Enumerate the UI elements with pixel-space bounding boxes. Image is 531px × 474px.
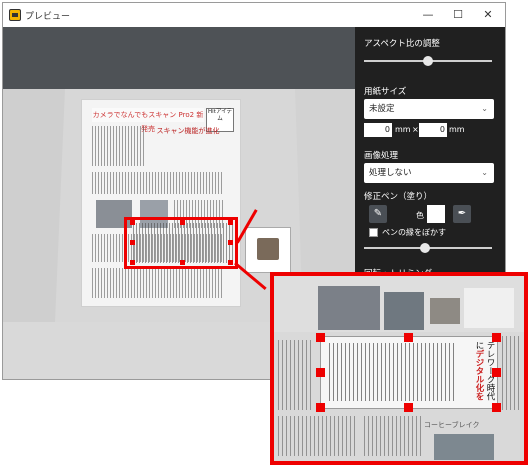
zoom-text-column [278, 340, 312, 410]
page-header-title: カメラでなんでもスキャン Pro2 新発売 [92, 108, 204, 133]
crop-handle-top-mid[interactable] [404, 333, 413, 342]
maximize-button[interactable]: ☐ [443, 6, 473, 24]
zoom-callout: テレワーク時代にデジタル化を コーヒーブレイク [270, 272, 528, 465]
chevron-down-icon: ⌄ [481, 104, 488, 113]
crop-handle-bottom-mid[interactable] [404, 403, 413, 412]
pen-icon[interactable]: ✎ [369, 205, 387, 223]
text-column [92, 268, 224, 298]
height-input[interactable]: 0 [419, 123, 447, 137]
chevron-down-icon: ⌄ [481, 168, 488, 177]
zoom-photo [384, 292, 424, 330]
crop-handle-bottom-right[interactable] [492, 403, 501, 412]
times-symbol: × [412, 125, 419, 134]
paper-size-label: 用紙サイズ [364, 87, 407, 97]
image-processing-select[interactable]: 処理しない ⌄ [364, 163, 494, 183]
crop-handle-left-mid[interactable] [316, 368, 325, 377]
scanner-icon [257, 238, 279, 260]
crop-handle-top-left[interactable] [316, 333, 325, 342]
crop-handle[interactable] [130, 260, 135, 265]
zoom-photo [318, 286, 380, 330]
zoom-article-text [329, 343, 457, 401]
blur-edge-label: ペンの縁をぼかす [382, 228, 446, 237]
crop-handle-bottom-left[interactable] [316, 403, 325, 412]
width-input[interactable]: 0 [364, 123, 392, 137]
crop-handle[interactable] [180, 260, 185, 265]
zoom-selected-article: テレワーク時代にデジタル化を [320, 336, 498, 409]
crop-handle-top-right[interactable] [492, 333, 501, 342]
crop-handle[interactable] [228, 240, 233, 245]
zoom-photo [430, 298, 460, 324]
pen-size-slider-thumb[interactable] [420, 243, 431, 253]
title-bar: プレビュー — ☐ ✕ [3, 3, 505, 27]
floating-thumbnail [245, 227, 291, 273]
image-processing-label: 画像処理 [364, 151, 399, 161]
crop-handle-right-mid[interactable] [492, 368, 501, 377]
zoom-text-column [364, 416, 424, 456]
zoom-photo [434, 434, 494, 460]
selected-article [133, 223, 233, 263]
crop-handle[interactable] [130, 240, 135, 245]
paper-size-value: 未設定 [369, 104, 395, 114]
scanned-page: カメラでなんでもスキャン Pro2 新発売 Hitアイテム スキャン機能が進化 [81, 99, 241, 307]
zoom-highlight-box [124, 217, 238, 269]
aspect-ratio-label: アスペクト比の調整 [364, 39, 440, 49]
zoom-bottom-caption: コーヒーブレイク [424, 421, 480, 429]
photo-background-top [3, 27, 355, 89]
image-processing-value: 処理しない [369, 168, 412, 178]
crop-handle[interactable] [228, 220, 233, 225]
crop-handle[interactable] [228, 260, 233, 265]
eyedropper-icon[interactable]: ✒ [453, 205, 471, 223]
paper-size-select[interactable]: 未設定 ⌄ [364, 99, 494, 119]
height-unit: mm [449, 125, 465, 134]
color-label: 色 [416, 211, 424, 220]
window-title: プレビュー [25, 12, 71, 22]
width-unit: mm [395, 125, 411, 134]
zoom-side-box [464, 288, 514, 328]
correction-pen-label: 修正ペン（塗り） [364, 192, 433, 202]
pen-color-swatch[interactable] [427, 205, 445, 223]
zoom-article-side-text: テレワーク時代にデジタル化を [461, 341, 495, 403]
close-button[interactable]: ✕ [473, 6, 503, 24]
page-headline: スキャン機能が進化 [156, 127, 220, 135]
text-column [92, 172, 224, 194]
zoom-side-text-2: デジタル化を [474, 349, 484, 401]
minimize-button[interactable]: — [413, 6, 443, 24]
crop-handle[interactable] [180, 220, 185, 225]
blur-edge-checkbox[interactable] [369, 228, 378, 237]
aspect-ratio-slider-thumb[interactable] [423, 56, 433, 66]
app-icon [9, 9, 21, 21]
zoom-text-column [278, 416, 358, 456]
crop-handle[interactable] [130, 220, 135, 225]
zoom-text-column [502, 336, 522, 410]
text-column [92, 126, 144, 166]
